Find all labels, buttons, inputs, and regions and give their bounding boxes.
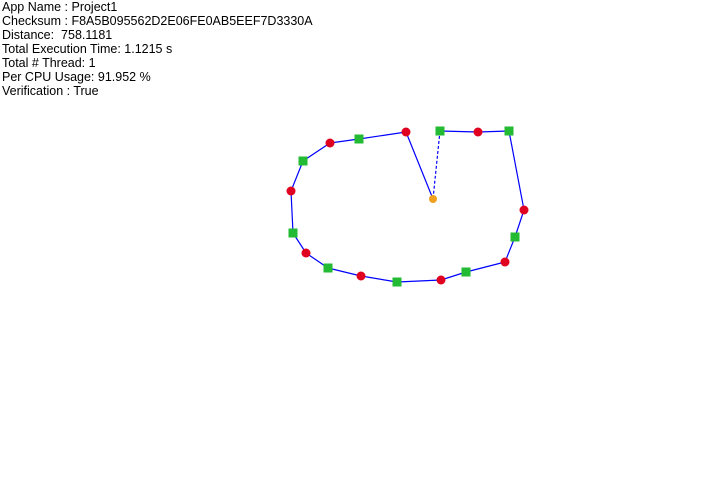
depot-marker — [429, 195, 437, 203]
route-segment — [477, 130, 510, 133]
route-segment — [508, 130, 525, 211]
route-segment — [327, 267, 362, 277]
waypoint-marker — [504, 126, 514, 136]
route-segment — [439, 130, 479, 133]
waypoint-marker — [510, 232, 520, 242]
waypoint-marker — [461, 267, 471, 277]
waypoint-marker — [323, 263, 333, 273]
route-segment — [360, 275, 398, 283]
waypoint-marker — [392, 277, 402, 287]
route-canvas — [286, 126, 529, 287]
route-lines — [290, 130, 525, 283]
waypoint-marker — [435, 126, 445, 136]
waypoint-marker — [354, 134, 364, 144]
route-segment — [465, 261, 506, 273]
city-marker — [500, 257, 510, 267]
city-marker — [473, 127, 483, 137]
route-segment — [358, 131, 407, 140]
return-segment — [432, 130, 441, 200]
city-marker — [325, 138, 335, 148]
city-marker — [436, 275, 446, 285]
route-segment — [396, 279, 442, 283]
waypoint-marker — [288, 228, 298, 238]
city-marker — [401, 127, 411, 137]
route-markers — [286, 126, 529, 287]
city-marker — [301, 248, 311, 258]
route-segment — [290, 190, 294, 234]
route-segment — [405, 131, 434, 200]
waypoint-marker — [298, 156, 308, 166]
city-marker — [356, 271, 366, 281]
city-marker — [519, 205, 529, 215]
city-marker — [286, 186, 296, 196]
